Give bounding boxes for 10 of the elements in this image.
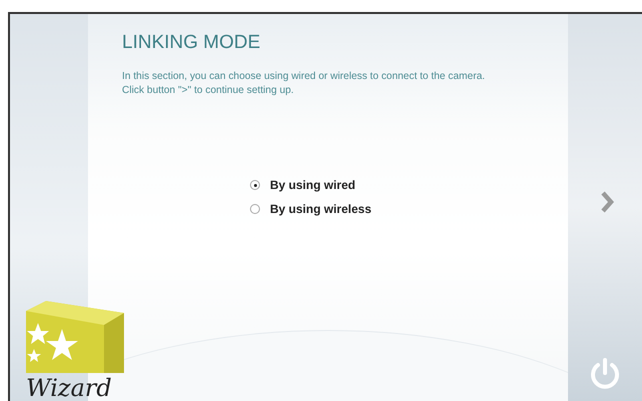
magic-box-icon [26, 301, 124, 373]
radio-button[interactable] [250, 204, 260, 214]
description-text: In this section, you can choose using wired or wireless to connect to the camera. Click button ">" to continue setting up. [122, 70, 486, 98]
next-chevron-icon[interactable] [600, 190, 614, 214]
radio-button[interactable] [250, 180, 260, 190]
logo-text: Wizard [26, 375, 112, 401]
page-title: LINKING MODE [122, 32, 262, 54]
power-icon[interactable] [589, 357, 621, 391]
option-label: By using wireless [270, 202, 372, 216]
option-label: By using wired [270, 178, 356, 192]
